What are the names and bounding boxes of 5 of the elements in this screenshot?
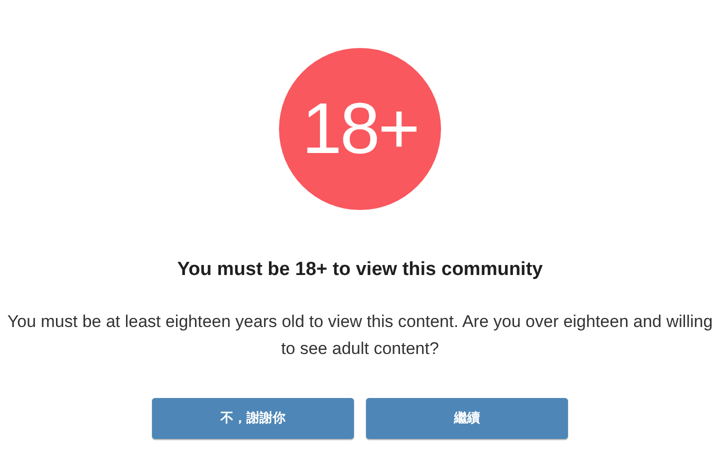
dialog-message: You must be at least eighteen years old to view this content. Are you over eighteen and willing to see adult content? (6, 310, 714, 360)
decline-button[interactable]: 不，謝謝你 (152, 398, 354, 438)
dialog-title: You must be 18+ to view this community (177, 258, 543, 282)
age-badge: 18+ (279, 48, 441, 210)
continue-button[interactable]: 繼續 (366, 398, 568, 438)
